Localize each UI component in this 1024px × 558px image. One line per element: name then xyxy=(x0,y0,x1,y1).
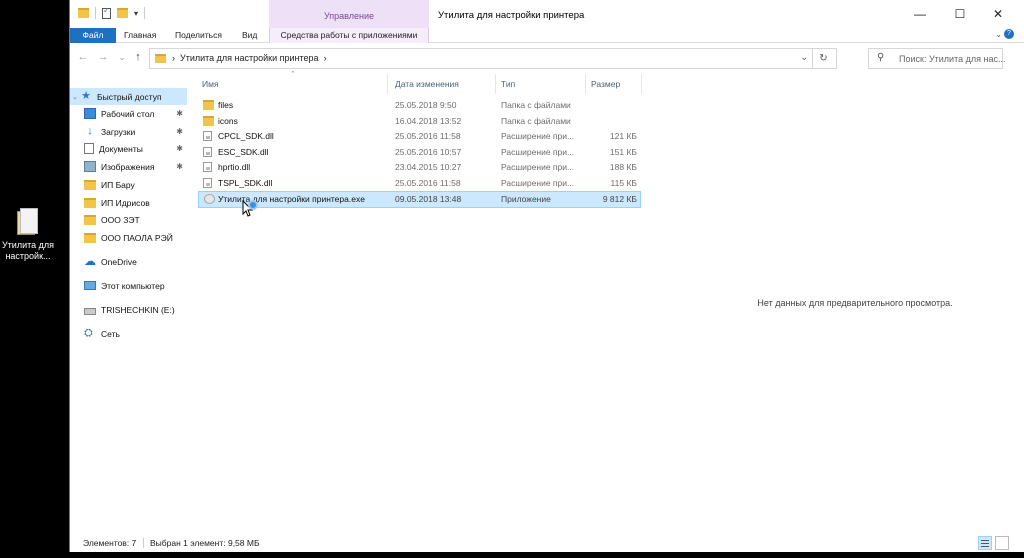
image-icon xyxy=(84,161,96,172)
ribbon-tabs: Файл Главная Поделиться Вид Средства раб… xyxy=(70,28,1024,43)
nav-quick-access[interactable]: ⌄ ★ Быстрый доступ xyxy=(70,88,187,105)
close-button[interactable]: ✕ xyxy=(988,4,1008,24)
new-folder-icon[interactable] xyxy=(117,8,128,18)
nav-pictures[interactable]: Изображения ✱ xyxy=(70,158,187,175)
breadcrumb[interactable]: › Утилита для настройки принтера › xyxy=(172,53,327,63)
recent-locations-chevron-icon[interactable]: ⌄ xyxy=(115,53,129,62)
file-row-selected[interactable]: Утилита для настройки принтера.exe 09.05… xyxy=(198,191,641,208)
star-icon: ★ xyxy=(81,90,91,102)
column-header-name[interactable]: Имя xyxy=(202,74,219,94)
dll-file-icon xyxy=(203,162,212,172)
folder-icon xyxy=(84,232,96,243)
nav-onedrive[interactable]: ☁ OneDrive xyxy=(70,253,187,270)
desktop-icon xyxy=(84,108,96,119)
properties-icon[interactable] xyxy=(102,6,111,19)
application-icon xyxy=(204,194,215,204)
archive-file-icon xyxy=(17,206,39,236)
desktop-shortcut-printer-utility[interactable]: Утилита для настройк... xyxy=(0,206,56,262)
tab-application-tools[interactable]: Средства работы с приложениями xyxy=(269,28,429,43)
dll-file-icon xyxy=(203,178,212,188)
tab-file[interactable]: Файл xyxy=(70,28,116,43)
file-row[interactable]: files 25.05.2018 9:50 Папка с файлами xyxy=(198,98,641,113)
preview-pane-empty-message: Нет данных для предварительного просмотр… xyxy=(757,298,953,308)
network-icon: ⛭ xyxy=(84,327,93,339)
explorer-window: ▾ Управление Утилита для настройки принт… xyxy=(69,0,1024,552)
pin-icon[interactable]: ✱ xyxy=(176,109,183,118)
quick-access-toolbar: ▾ xyxy=(78,6,146,19)
file-row[interactable]: hprtio.dll 23.04.2015 10:27 Расширение п… xyxy=(198,160,641,175)
folder-icon xyxy=(203,100,214,110)
dll-file-icon xyxy=(203,131,212,141)
computer-icon xyxy=(84,281,96,290)
back-arrow-icon[interactable]: ← xyxy=(76,51,90,63)
file-row[interactable]: CPCL_SDK.dll 25.05.2016 11:58 Расширение… xyxy=(198,129,641,144)
nav-downloads[interactable]: ↓ Загрузки ✱ xyxy=(70,123,187,140)
search-icon: ⚲ xyxy=(877,52,885,63)
help-icon[interactable]: ? xyxy=(1004,29,1014,39)
folder-icon xyxy=(84,197,96,208)
file-row[interactable]: ESC_SDK.dll 25.05.2016 10:57 Расширение … xyxy=(198,145,641,160)
refresh-icon[interactable]: ↻ xyxy=(812,49,834,68)
navigation-pane: ⌄ ★ Быстрый доступ Рабочий стол ✱ ↓ Загр… xyxy=(70,80,188,530)
nav-folder-ip-baru[interactable]: ИП Бару xyxy=(70,176,187,193)
tab-home[interactable]: Главная xyxy=(116,28,164,43)
title-bar: ▾ Управление Утилита для настройки принт… xyxy=(70,0,1024,28)
nav-network[interactable]: ⛭ Сеть xyxy=(70,325,187,342)
collapse-chevron-icon[interactable]: ⌄ xyxy=(70,93,80,101)
column-header-size[interactable]: Размер xyxy=(591,74,620,94)
forward-arrow-icon[interactable]: → xyxy=(96,51,110,63)
search-placeholder: Поиск: Утилита для нас... xyxy=(899,54,1006,64)
tab-view[interactable]: Вид xyxy=(234,28,265,43)
pin-icon[interactable]: ✱ xyxy=(176,127,183,136)
address-row: ← → ⌄ ↑ › Утилита для настройки принтера… xyxy=(70,46,1024,72)
download-icon: ↓ xyxy=(87,125,93,137)
maximize-button[interactable]: ☐ xyxy=(950,4,970,24)
status-bar: Элементов: 7 Выбран 1 элемент: 9,58 МБ xyxy=(70,534,1024,552)
folder-icon xyxy=(84,179,96,190)
dll-file-icon xyxy=(203,147,212,157)
sort-ascending-icon: ⌃ xyxy=(290,71,296,78)
selection-info: Выбран 1 элемент: 9,58 МБ xyxy=(150,538,260,548)
up-arrow-icon[interactable]: ↑ xyxy=(131,51,145,63)
folder-icon[interactable] xyxy=(78,8,89,18)
pin-icon[interactable]: ✱ xyxy=(176,162,183,171)
address-bar[interactable]: › Утилита для настройки принтера › ⌄ ↻ xyxy=(149,48,837,69)
file-row[interactable]: icons 16.04.2018 13:52 Папка с файлами xyxy=(198,114,641,129)
details-view-icon[interactable] xyxy=(978,536,992,550)
drive-icon xyxy=(84,307,96,315)
document-icon xyxy=(84,143,94,154)
expand-ribbon-chevron-icon[interactable]: ⌄ xyxy=(995,30,1002,39)
nav-folder-ooo-paola-ray[interactable]: ООО ПАОЛА РЭЙ xyxy=(70,229,187,246)
mouse-cursor xyxy=(242,199,260,218)
large-icons-view-icon[interactable] xyxy=(995,536,1009,550)
customize-toolbar-chevron-icon[interactable]: ▾ xyxy=(134,9,138,18)
folder-icon xyxy=(203,116,214,126)
onedrive-icon: ☁ xyxy=(84,254,96,268)
contextual-tab-manage[interactable]: Управление xyxy=(269,0,429,28)
desktop-icon-label: Утилита для настройк... xyxy=(1,240,55,261)
folder-icon xyxy=(84,214,96,225)
address-history-chevron-icon[interactable]: ⌄ xyxy=(800,52,808,63)
minimize-button[interactable]: — xyxy=(910,4,930,24)
item-count: Элементов: 7 xyxy=(83,538,137,548)
pin-icon[interactable]: ✱ xyxy=(176,144,183,153)
column-header-date[interactable]: Дата изменения xyxy=(395,74,459,94)
nav-desktop[interactable]: Рабочий стол ✱ xyxy=(70,105,187,122)
nav-folder-ip-idrisov[interactable]: ИП Идрисов xyxy=(70,194,187,211)
tab-share[interactable]: Поделиться xyxy=(167,28,230,43)
file-row[interactable]: TSPL_SDK.dll 25.05.2016 11:58 Расширение… xyxy=(198,176,641,191)
nav-drive-e[interactable]: TRISHECHKIN (E:) xyxy=(70,301,187,318)
folder-icon xyxy=(155,54,166,63)
nav-documents[interactable]: Документы ✱ xyxy=(70,140,187,157)
window-title: Утилита для настройки принтера xyxy=(438,10,585,21)
search-input[interactable]: ⚲ Поиск: Утилита для нас... xyxy=(868,48,1006,69)
nav-this-pc[interactable]: Этот компьютер xyxy=(70,277,187,294)
nav-folder-ooo-zet[interactable]: ООО ЗЭТ xyxy=(70,211,187,228)
busy-indicator-icon xyxy=(248,200,258,210)
column-header-type[interactable]: Тип xyxy=(501,74,515,94)
